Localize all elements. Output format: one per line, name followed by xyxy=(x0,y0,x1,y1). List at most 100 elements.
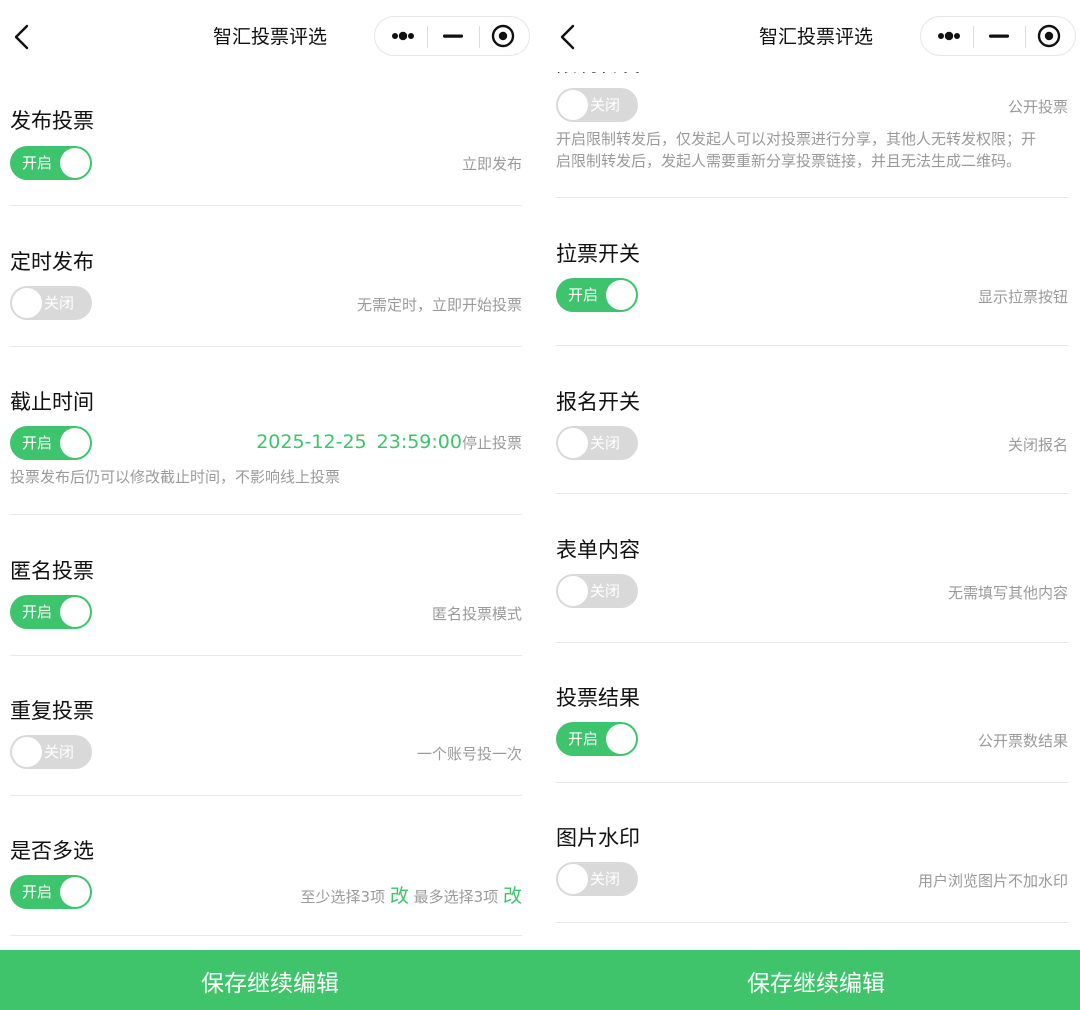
signup-toggle[interactable]: 关闭 xyxy=(556,426,638,460)
setting-title: 报名开关 xyxy=(556,390,640,414)
toggle-label: 关闭 xyxy=(590,434,621,452)
multi-select-range: 至少选择3项 改 最多选择3项 改 xyxy=(301,881,522,908)
min-select-text: 至少选择3项 xyxy=(300,888,386,906)
right-screen: 智汇投票评选 限制转发 关闭 公开投票 开启限制转发后，仅发起人可以对投票进行分… xyxy=(546,0,1080,1010)
divider xyxy=(556,782,1068,783)
close-button[interactable] xyxy=(479,17,531,55)
setting-value: 用户浏览图片不加水印 xyxy=(917,872,1068,890)
divider xyxy=(10,795,522,796)
watermark-toggle[interactable]: 关闭 xyxy=(556,862,638,896)
repeat-toggle[interactable]: 关闭 xyxy=(10,735,92,769)
setting-value: 无需定时，立即开始投票 xyxy=(356,296,522,314)
close-circle-icon xyxy=(491,24,515,48)
save-continue-button[interactable]: 保存继续编辑 xyxy=(0,950,540,1010)
toggle-knob xyxy=(60,877,90,907)
nav-bar: 智汇投票评选 xyxy=(546,0,1080,72)
toggle-knob xyxy=(60,148,90,178)
toggle-knob xyxy=(60,597,90,627)
toggle-label: 开启 xyxy=(22,154,53,172)
deadline-date[interactable]: 2025-12-25 xyxy=(256,431,366,453)
toggle-label: 开启 xyxy=(568,286,599,304)
mini-program-capsule xyxy=(374,16,530,56)
setting-description: 开启限制转发后，仅发起人可以对投票进行分享，其他人无转发权限；开 启限制转发后，… xyxy=(556,128,1036,172)
more-button[interactable] xyxy=(921,17,973,55)
toggle-label: 关闭 xyxy=(590,582,621,600)
setting-value: 公开票数结果 xyxy=(977,732,1068,750)
save-continue-button[interactable]: 保存继续编辑 xyxy=(546,950,1080,1010)
minimize-icon xyxy=(443,34,463,38)
setting-title: 投票结果 xyxy=(556,686,640,710)
divider xyxy=(556,345,1068,346)
publish-toggle[interactable]: 开启 xyxy=(10,146,92,180)
setting-title: 表单内容 xyxy=(556,538,640,562)
toggle-label: 关闭 xyxy=(590,96,621,114)
more-button[interactable] xyxy=(375,17,427,55)
divider xyxy=(10,346,522,347)
save-button-label: 保存继续编辑 xyxy=(747,971,885,997)
setting-value: 关闭报名 xyxy=(1007,436,1068,454)
setting-value: 公开投票 xyxy=(1007,98,1068,116)
form-content-toggle[interactable]: 关闭 xyxy=(556,574,638,608)
canvass-toggle[interactable]: 开启 xyxy=(556,278,638,312)
min-edit-link[interactable]: 改 xyxy=(390,885,409,907)
toggle-knob xyxy=(558,90,588,120)
limit-forward-toggle[interactable]: 关闭 xyxy=(556,88,638,122)
deadline-value[interactable]: 2025-12-25 23:59:00停止投票 xyxy=(256,431,522,453)
toggle-knob xyxy=(558,576,588,606)
toggle-label: 关闭 xyxy=(44,743,75,761)
anonymous-toggle[interactable]: 开启 xyxy=(10,595,92,629)
close-circle-icon xyxy=(1037,24,1061,48)
divider xyxy=(10,655,522,656)
setting-value: 立即发布 xyxy=(461,155,522,173)
divider xyxy=(556,922,1068,923)
setting-value: 匿名投票模式 xyxy=(431,605,522,623)
divider xyxy=(556,197,1068,198)
setting-title: 拉票开关 xyxy=(556,242,640,266)
multi-select-toggle[interactable]: 开启 xyxy=(10,875,92,909)
setting-value: 一个账号投一次 xyxy=(416,745,522,763)
toggle-label: 开启 xyxy=(22,603,53,621)
close-button[interactable] xyxy=(1025,17,1077,55)
minimize-button[interactable] xyxy=(427,17,479,55)
setting-title: 是否多选 xyxy=(10,839,94,863)
divider xyxy=(556,493,1068,494)
deadline-time[interactable]: 23:59:00 xyxy=(377,431,462,453)
description-line: 开启限制转发后，仅发起人可以对投票进行分享，其他人无转发权限；开 xyxy=(556,130,1037,148)
setting-title: 发布投票 xyxy=(10,109,94,133)
minimize-button[interactable] xyxy=(973,17,1025,55)
nav-bar: 智汇投票评选 xyxy=(0,0,540,72)
toggle-knob xyxy=(558,428,588,458)
toggle-label: 关闭 xyxy=(590,870,621,888)
toggle-label: 开启 xyxy=(22,434,53,452)
vote-results-toggle[interactable]: 开启 xyxy=(556,722,638,756)
description-line: 启限制转发后，发起人需要重新分享投票链接，并且无法生成二维码。 xyxy=(556,152,1022,170)
divider xyxy=(556,642,1068,643)
toggle-knob xyxy=(12,288,42,318)
max-edit-link[interactable]: 改 xyxy=(503,885,522,907)
deadline-toggle[interactable]: 开启 xyxy=(10,426,92,460)
left-screen: 智汇投票评选 发布投票 开启 立即发布 定时发布 关闭 无需定时，立即开始投票 … xyxy=(0,0,540,1010)
setting-title: 定时发布 xyxy=(10,250,94,274)
setting-title: 重复投票 xyxy=(10,699,94,723)
divider xyxy=(10,514,522,515)
setting-value: 显示拉票按钮 xyxy=(977,288,1068,306)
minimize-icon xyxy=(989,34,1009,38)
more-dots-icon xyxy=(938,31,960,41)
setting-value: 无需填写其他内容 xyxy=(947,584,1068,602)
divider xyxy=(10,205,522,206)
setting-title: 截止时间 xyxy=(10,390,94,414)
setting-title: 图片水印 xyxy=(556,826,640,850)
setting-title: 匿名投票 xyxy=(10,559,94,583)
toggle-label: 开启 xyxy=(22,883,53,901)
max-select-text: 最多选择3项 xyxy=(413,888,499,906)
divider xyxy=(10,935,522,936)
toggle-label: 关闭 xyxy=(44,294,75,312)
save-button-label: 保存继续编辑 xyxy=(201,971,339,997)
toggle-knob xyxy=(60,428,90,458)
toggle-knob xyxy=(558,864,588,894)
toggle-knob xyxy=(12,737,42,767)
toggle-knob xyxy=(606,724,636,754)
toggle-knob xyxy=(606,280,636,310)
scheduled-toggle[interactable]: 关闭 xyxy=(10,286,92,320)
toggle-label: 开启 xyxy=(568,730,599,748)
